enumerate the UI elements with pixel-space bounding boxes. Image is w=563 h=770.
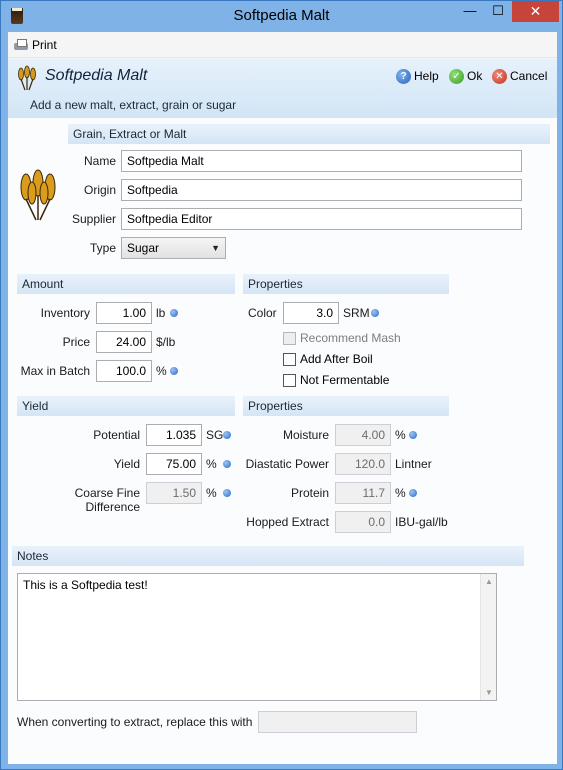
supplier-label: Supplier: [71, 212, 116, 226]
info-dot-icon[interactable]: [170, 367, 178, 375]
max-in-batch-label: Max in Batch: [20, 364, 90, 378]
print-label: Print: [32, 38, 57, 52]
info-dot-icon[interactable]: [170, 309, 178, 317]
hopped-extract-label: Hopped Extract: [246, 515, 329, 529]
price-label: Price: [62, 335, 90, 349]
potential-unit: SG: [206, 428, 224, 442]
dialog-header: Softpedia Malt Add a new malt, extract, …: [8, 59, 557, 118]
coarse-fine-difference-label: Coarse Fine Difference: [74, 486, 140, 514]
recommend-mash-checkbox[interactable]: Recommend Mash: [283, 331, 401, 345]
potential-field[interactable]: 1.035: [146, 424, 202, 446]
yield-field[interactable]: 75.00: [146, 453, 202, 475]
type-label: Type: [89, 241, 116, 255]
app-window: Softpedia Malt — ☐ ✕ Print Softpedia Mal…: [0, 0, 563, 770]
diastatic-power-field[interactable]: 120.0: [335, 453, 391, 475]
add-after-boil-label: Add After Boil: [300, 352, 373, 366]
inventory-field[interactable]: 1.00: [96, 302, 152, 324]
header-subtitle: Add a new malt, extract, grain or sugar: [30, 98, 237, 112]
moisture-unit: %: [395, 428, 406, 442]
hopped-extract-unit: IBU-gal/lb: [395, 515, 448, 529]
inventory-unit: lb: [156, 306, 166, 320]
hopped-extract-field[interactable]: 0.0: [335, 511, 391, 533]
protein-field[interactable]: 11.7: [335, 482, 391, 504]
color-unit: SRM: [343, 306, 370, 320]
grain-section-header: Grain, Extract or Malt: [68, 124, 550, 144]
price-field[interactable]: 24.00: [96, 331, 152, 353]
info-dot-icon[interactable]: [409, 489, 417, 497]
yield-section-header: Yield: [17, 396, 235, 416]
origin-label: Origin: [83, 183, 116, 197]
cancel-icon: ✕: [492, 68, 507, 84]
color-field[interactable]: 3.0: [283, 302, 339, 324]
header-title: Softpedia Malt: [45, 67, 148, 84]
cancel-button[interactable]: ✕ Cancel: [492, 68, 547, 84]
help-icon: ?: [396, 68, 411, 84]
add-after-boil-checkbox[interactable]: Add After Boil: [283, 352, 373, 366]
checkmark-icon: ✓: [449, 68, 464, 84]
title-bar: Softpedia Malt — ☐ ✕: [1, 1, 562, 31]
close-button[interactable]: ✕: [512, 1, 559, 22]
protein-unit: %: [395, 486, 406, 500]
help-label: Help: [414, 69, 439, 83]
notes-section-header: Notes: [12, 546, 524, 566]
maximize-button[interactable]: ☐: [484, 1, 512, 22]
cancel-label: Cancel: [510, 69, 548, 83]
form-body: Grain, Extract or Malt Name Softpedia Ma…: [8, 118, 557, 764]
type-dropdown[interactable]: Sugar ▼: [121, 237, 226, 259]
diastatic-power-unit: Lintner: [395, 457, 432, 471]
toolbar: Print: [8, 32, 557, 58]
protein-label: Protein: [290, 486, 329, 500]
max-in-batch-field[interactable]: 100.0: [96, 360, 152, 382]
color-label: Color: [248, 306, 277, 320]
max-in-batch-unit: %: [156, 364, 167, 378]
amount-section-header: Amount: [17, 274, 235, 294]
printer-icon: [13, 38, 29, 52]
name-label: Name: [83, 154, 116, 168]
ok-label: Ok: [467, 69, 483, 83]
price-unit: $/lb: [156, 335, 176, 349]
info-dot-icon[interactable]: [223, 431, 231, 439]
recommend-mash-label: Recommend Mash: [300, 331, 401, 345]
origin-field[interactable]: Softpedia: [121, 179, 522, 201]
checkbox-box: [283, 373, 296, 387]
checkbox-box: [283, 352, 296, 366]
wheat-icon: [18, 65, 36, 91]
chevron-down-icon: ▼: [211, 243, 220, 253]
help-button[interactable]: ? Help: [396, 68, 439, 84]
ok-button[interactable]: ✓ Ok: [449, 68, 482, 84]
replace-field[interactable]: [258, 711, 417, 733]
info-dot-icon[interactable]: [223, 460, 231, 468]
yield-unit: %: [206, 457, 217, 471]
wheat-bundle-icon: [20, 169, 56, 221]
not-fermentable-label: Not Fermentable: [300, 373, 390, 387]
not-fermentable-checkbox[interactable]: Not Fermentable: [283, 373, 389, 387]
scroll-down-icon[interactable]: ▼: [485, 688, 493, 697]
scroll-up-icon[interactable]: ▲: [485, 577, 493, 586]
moisture-label: Moisture: [282, 428, 329, 442]
coarse-fine-difference-unit: %: [206, 486, 217, 500]
potential-label: Potential: [93, 428, 140, 442]
inventory-label: Inventory: [40, 306, 90, 320]
properties-section-header: Properties: [243, 274, 449, 294]
moisture-field[interactable]: 4.00: [335, 424, 391, 446]
print-button[interactable]: Print: [13, 37, 57, 53]
notes-scrollbar[interactable]: ▲ ▼: [480, 574, 496, 700]
yield-label: Yield: [113, 457, 140, 471]
info-dot-icon[interactable]: [371, 309, 379, 317]
minimize-button[interactable]: —: [456, 1, 484, 22]
properties-section-header-2: Properties: [243, 396, 449, 416]
client-area: Print Softpedia Malt Add a new malt, ext…: [8, 32, 557, 764]
info-dot-icon[interactable]: [409, 431, 417, 439]
notes-text: This is a Softpedia test!: [23, 578, 148, 592]
diastatic-power-label: Diastatic Power: [245, 457, 329, 471]
checkbox-box: [283, 331, 296, 345]
replace-label: When converting to extract, replace this…: [17, 715, 253, 729]
info-dot-icon[interactable]: [223, 489, 231, 497]
supplier-field[interactable]: Softpedia Editor: [121, 208, 522, 230]
notes-textarea[interactable]: This is a Softpedia test! ▲ ▼: [17, 573, 497, 701]
coarse-fine-difference-field[interactable]: 1.50: [146, 482, 202, 504]
type-value: Sugar: [127, 241, 160, 255]
name-field[interactable]: Softpedia Malt: [121, 150, 522, 172]
